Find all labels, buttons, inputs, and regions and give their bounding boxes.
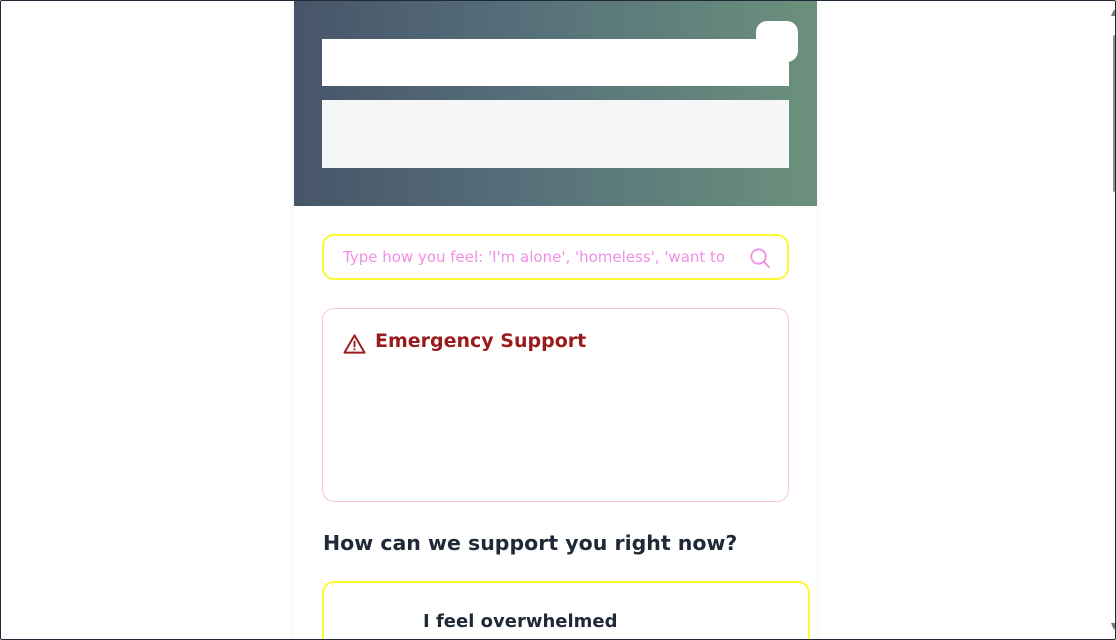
support-option-label: I feel overwhelmed (423, 611, 618, 632)
browser-viewport: Emergency Support How can we support you… (0, 0, 1116, 640)
header-subtitle-placeholder (322, 100, 789, 168)
header-title-placeholder (322, 39, 789, 86)
search-icon[interactable] (748, 246, 772, 270)
support-option-overwhelmed[interactable]: I feel overwhelmed (322, 581, 810, 639)
app-container: Emergency Support How can we support you… (294, 1, 817, 639)
warning-triangle-icon (343, 334, 366, 354)
page-scrollbar[interactable] (1111, 1, 1115, 639)
header-menu-button[interactable] (756, 21, 798, 62)
emergency-support-title: Emergency Support (375, 330, 587, 352)
support-heading: How can we support you right now? (323, 531, 738, 555)
emergency-support-card: Emergency Support (322, 308, 789, 502)
header-banner (294, 1, 817, 206)
scroll-up-arrow-icon[interactable] (1111, 9, 1115, 16)
search-input[interactable] (343, 246, 733, 268)
search-box (322, 234, 789, 280)
scroll-down-arrow-icon[interactable] (1111, 623, 1115, 630)
